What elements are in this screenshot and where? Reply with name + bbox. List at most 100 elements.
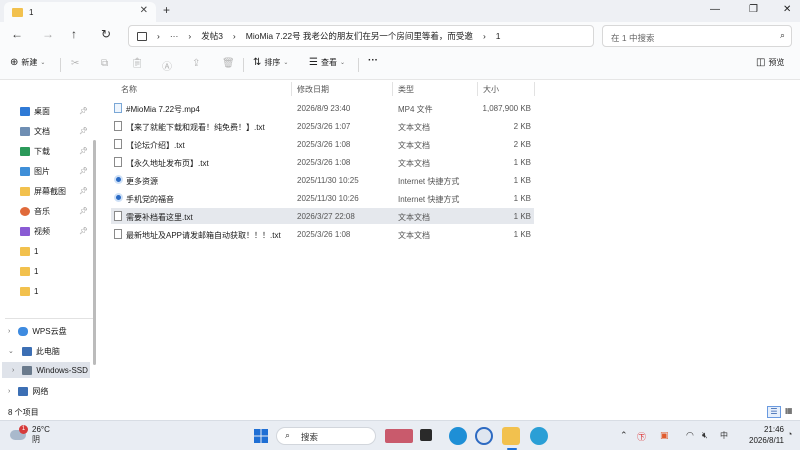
up-button[interactable]: ↑	[71, 27, 77, 41]
sidebar-item-documents[interactable]: 文档 📌︎	[20, 124, 92, 138]
copy-icon[interactable]: ⧉	[101, 58, 108, 69]
column-divider[interactable]	[291, 82, 292, 96]
pin-icon: 📌︎	[79, 228, 88, 235]
rename-icon[interactable]: Ⓐ	[162, 58, 172, 73]
file-size: 1 KB	[513, 194, 531, 203]
notification-badge: 1	[19, 425, 28, 434]
new-button[interactable]: ⊕ 新建 ⌄	[10, 57, 45, 68]
close-window-button[interactable]: ✕	[783, 4, 791, 15]
more-options-button[interactable]: ···	[368, 55, 378, 66]
preview-button[interactable]: ◫ 预览	[756, 57, 784, 68]
file-row[interactable]: 【永久地址发布页】.txt 2025/3/26 1:08 文本文档 1 KB	[111, 154, 534, 170]
clock[interactable]: 21:46 2026/8/11	[734, 424, 784, 446]
refresh-button[interactable]: ↻	[101, 27, 111, 41]
column-divider[interactable]	[392, 82, 393, 96]
close-tab-icon[interactable]: ✕	[140, 5, 148, 16]
chevron-up-icon[interactable]: ⌃	[620, 430, 628, 441]
maximize-button[interactable]: ❐	[749, 4, 758, 15]
taskbar-search[interactable]: ⌕ 搜索	[276, 427, 376, 445]
column-divider[interactable]	[534, 82, 535, 96]
edge-icon[interactable]	[530, 427, 548, 445]
sidebar-scrollbar[interactable]	[93, 82, 97, 402]
column-header-size[interactable]: 大小	[483, 84, 499, 95]
sidebar-item-screenshots[interactable]: 屏幕截图 📌︎	[20, 184, 92, 198]
file-explorer-icon[interactable]	[502, 427, 520, 445]
sidebar-item-thispc[interactable]: ⌄ 此电脑	[8, 344, 80, 358]
view-label: 查看	[320, 58, 337, 67]
sidebar-item-wps[interactable]: › WPS云盘	[8, 324, 80, 338]
scrollbar-thumb[interactable]	[93, 140, 96, 365]
taskview-icon[interactable]	[420, 429, 432, 441]
tray-app-icon[interactable]: ㊦	[637, 430, 646, 443]
chevron-right-icon[interactable]: ›	[8, 388, 10, 395]
breadcrumb-item[interactable]: 发帖3	[201, 30, 223, 42]
view-button[interactable]: ☰ 查看 ⌄	[309, 57, 345, 68]
share-icon[interactable]: ⇪	[192, 58, 200, 69]
sidebar-item-network[interactable]: › 网络	[8, 384, 80, 398]
file-type: MP4 文件	[398, 105, 433, 114]
back-button[interactable]: ←	[11, 27, 23, 41]
file-row[interactable]: 更多资源 2025/11/30 10:25 Internet 快捷方式 1 KB	[111, 172, 534, 188]
breadcrumb-item[interactable]: MioMia 7.22号 我老公的朋友们在另一个房间里等着，而受邀	[246, 30, 473, 42]
column-header-date[interactable]: 修改日期	[297, 84, 329, 95]
file-name: 最新地址及APP请发邮箱自动获取！！！.txt	[126, 231, 281, 240]
wifi-icon[interactable]: ◠	[686, 430, 694, 441]
start-button[interactable]	[252, 427, 270, 445]
sidebar-item-folder[interactable]: 1	[20, 284, 92, 298]
sidebar-item-videos[interactable]: 视频 📌︎	[20, 224, 92, 238]
file-type: 文本文档	[398, 123, 430, 132]
pictures-icon	[20, 166, 30, 176]
ime-indicator[interactable]: 中	[720, 430, 728, 441]
sidebar-item-folder[interactable]: 1	[20, 264, 92, 278]
file-row-selected[interactable]: 需要补档看这里.txt 2026/3/27 22:08 文本文档 1 KB	[111, 208, 534, 224]
paste-icon[interactable]: 📋︎	[131, 58, 144, 69]
breadcrumb-item[interactable]: 1	[496, 31, 501, 41]
sidebar-item-desktop[interactable]: 桌面 📌︎	[20, 104, 92, 118]
cut-icon[interactable]: ✂	[71, 58, 79, 69]
folder-icon	[20, 286, 30, 296]
chevron-right-icon[interactable]: ›	[12, 367, 14, 374]
sidebar-item-folder[interactable]: 1	[20, 244, 92, 258]
sidebar-item-drive[interactable]: › Windows-SSD	[2, 362, 90, 378]
forward-button[interactable]: →	[42, 27, 54, 41]
clock-date: 2026/8/11	[749, 436, 784, 445]
file-row[interactable]: #MioMia 7.22号.mp4 2026/8/9 23:40 MP4 文件 …	[111, 100, 534, 116]
file-row[interactable]: 手机党的福音 2025/11/30 10:26 Internet 快捷方式 1 …	[111, 190, 534, 206]
clock-time: 21:46	[763, 425, 784, 434]
browser-icon[interactable]	[449, 427, 467, 445]
file-row[interactable]: 【论坛介绍】.txt 2025/3/26 1:08 文本文档 2 KB	[111, 136, 534, 152]
tray-app-icon[interactable]: ▣	[660, 430, 669, 441]
file-name: 手机党的福音	[126, 195, 174, 204]
column-divider[interactable]	[477, 82, 478, 96]
taskbar-widget-image[interactable]	[385, 429, 413, 443]
computer-icon	[21, 346, 32, 356]
sidebar-item-pictures[interactable]: 图片 📌︎	[20, 164, 92, 178]
taskbar: 1 26°C 阴 ⌕ 搜索 ⌃ ㊦ ▣ ◠ 🔇︎ 中 21:46 2026/8/…	[0, 420, 800, 450]
item-count: 8 个项目	[8, 408, 39, 417]
notification-bell-icon[interactable]: ◔	[787, 429, 792, 439]
sidebar-item-music[interactable]: 音乐 📌︎	[20, 204, 92, 218]
tab-1[interactable]: 1 ✕	[4, 2, 156, 22]
view-icon: ☰	[309, 57, 318, 68]
new-tab-button[interactable]: +	[163, 3, 170, 17]
videos-icon	[20, 226, 30, 236]
column-header-type[interactable]: 类型	[398, 84, 414, 95]
chevron-down-icon[interactable]: ⌄	[8, 347, 14, 355]
search-input[interactable]: 在 1 中搜索 ⌕	[602, 25, 792, 47]
delete-icon[interactable]: 🗑︎	[222, 58, 235, 69]
address-box[interactable]: › ··· › 发帖3 › MioMia 7.22号 我老公的朋友们在另一个房间…	[128, 25, 594, 47]
minimize-button[interactable]: —	[710, 4, 720, 15]
sidebar-item-downloads[interactable]: 下载 📌︎	[20, 144, 92, 158]
tiles-view-icon[interactable]: ▦	[785, 406, 793, 415]
file-row[interactable]: 最新地址及APP请发邮箱自动获取！！！.txt 2025/3/26 1:08 文…	[111, 226, 534, 242]
app-icon[interactable]	[475, 427, 493, 445]
pin-icon: 📌︎	[79, 128, 88, 135]
breadcrumb-ellipsis[interactable]: ···	[170, 31, 179, 41]
video-file-icon	[114, 103, 122, 113]
file-row[interactable]: 【来了就能下载和观看！纯免费！】.txt 2025/3/26 1:07 文本文档…	[111, 118, 534, 134]
volume-muted-icon[interactable]: 🔇︎	[702, 430, 708, 441]
chevron-right-icon[interactable]: ›	[8, 328, 10, 335]
column-header-name[interactable]: 名称	[121, 84, 137, 95]
sort-button[interactable]: ⇅ 排序 ⌄	[253, 57, 288, 68]
details-view-icon[interactable]: ☰	[767, 406, 781, 418]
